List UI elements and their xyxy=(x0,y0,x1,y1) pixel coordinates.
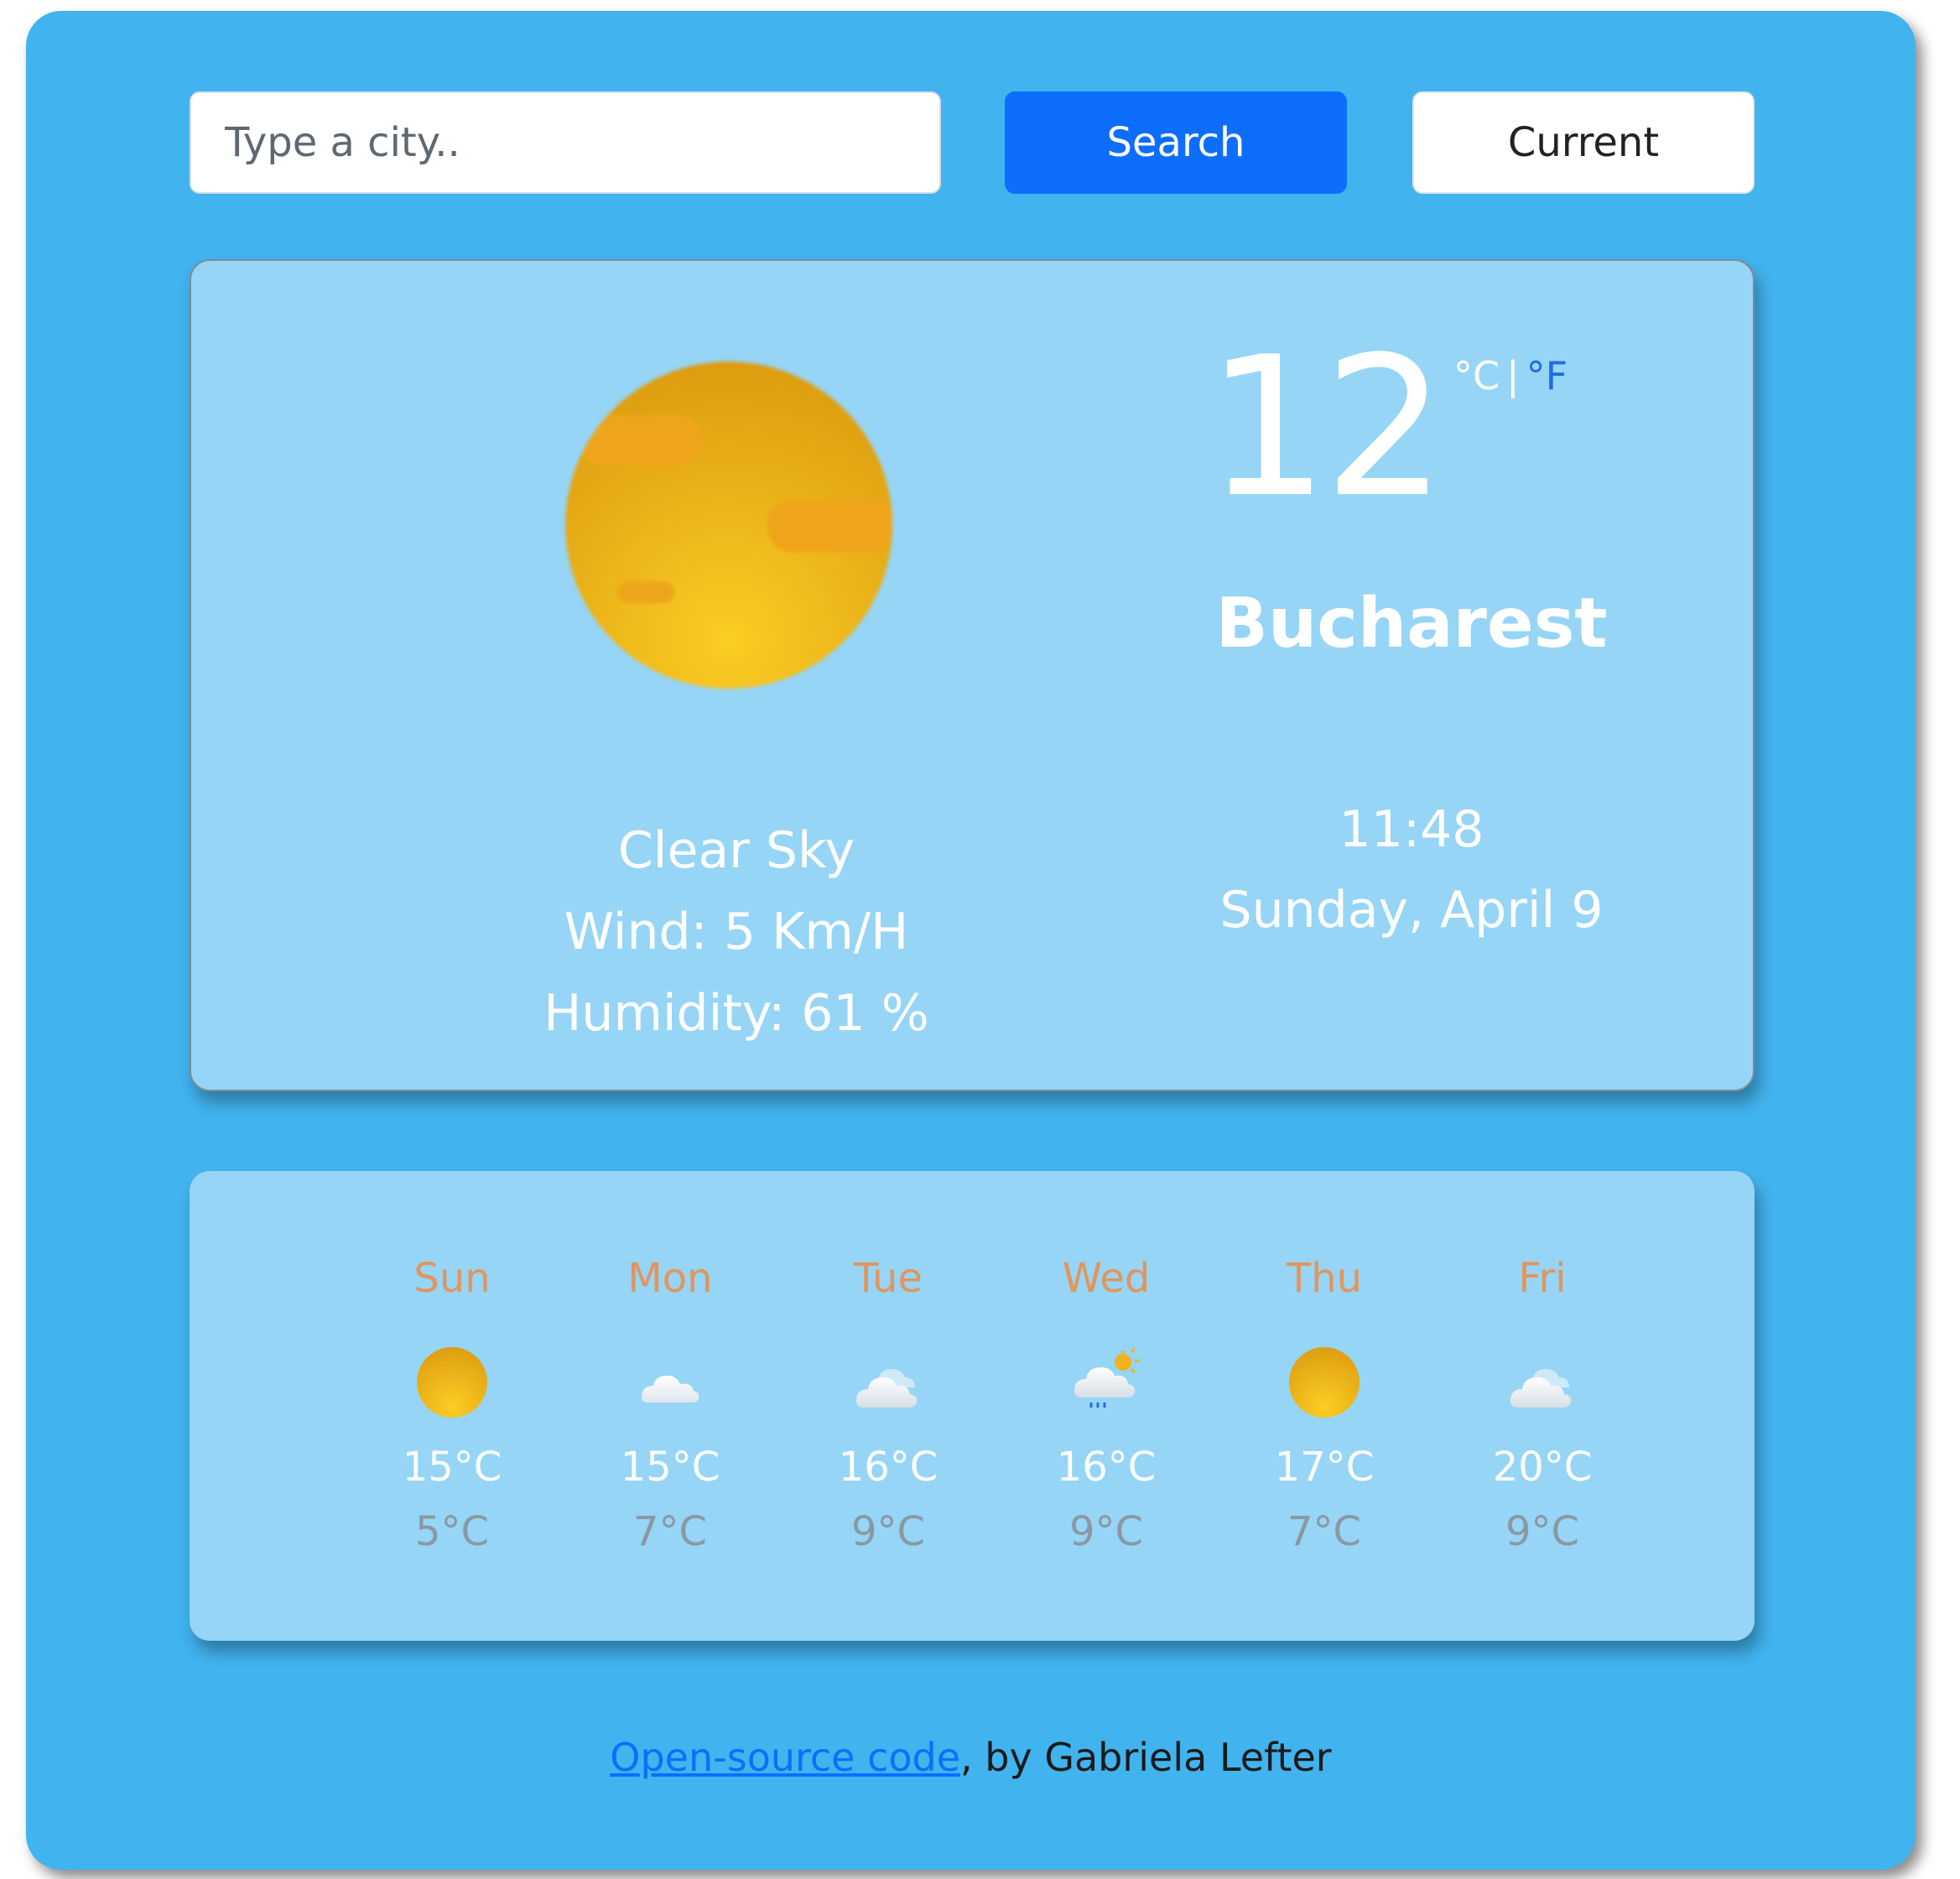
cloud-icon xyxy=(635,1347,705,1418)
current-weather-card: Clear Sky Wind: 5 Km/H Humidity: 61 % 12… xyxy=(190,259,1755,1091)
unit-toggle: °C | °F xyxy=(1453,353,1567,398)
sun-icon xyxy=(1289,1347,1360,1418)
city-name: Bucharest xyxy=(1215,584,1608,664)
open-source-link[interactable]: Open-source code xyxy=(610,1735,960,1780)
forecast-day-name: Fri xyxy=(1518,1255,1567,1302)
forecast-max-temp: 17°C xyxy=(1274,1444,1375,1491)
forecast-min-temp: 7°C xyxy=(632,1508,708,1555)
city-search-input[interactable] xyxy=(190,91,941,194)
forecast-min-temp: 9°C xyxy=(1505,1508,1580,1555)
fahrenheit-link[interactable]: °F xyxy=(1526,353,1567,398)
rain-sun-cloud-icon xyxy=(1071,1347,1141,1418)
forecast-min-temp: 9°C xyxy=(850,1508,926,1555)
forecast-day-name: Thu xyxy=(1286,1255,1363,1302)
clear-sky-sun-icon xyxy=(565,362,892,689)
forecast-min-temp: 5°C xyxy=(414,1508,490,1555)
forecast-day-name: Sun xyxy=(413,1255,491,1302)
weather-details: Clear Sky Wind: 5 Km/H Humidity: 61 % xyxy=(443,810,1030,1054)
current-location-button[interactable]: Current xyxy=(1412,91,1755,194)
search-button[interactable]: Search xyxy=(1005,91,1347,194)
cloud-icon xyxy=(853,1347,923,1418)
date-time: 11:48 Sunday, April 9 xyxy=(1139,789,1684,950)
unit-separator: | xyxy=(1506,353,1520,398)
weather-description: Clear Sky xyxy=(617,821,855,880)
sun-icon xyxy=(417,1347,487,1418)
forecast-max-temp: 15°C xyxy=(402,1444,502,1491)
forecast-max-temp: 15°C xyxy=(620,1444,720,1491)
temperature-display: 12 °C | °F xyxy=(1206,328,1625,529)
forecast-min-temp: 7°C xyxy=(1287,1508,1362,1555)
forecast-card: Sun 15°C 5°C Mon 15°C 7°C Tue 16°C 9°C W… xyxy=(190,1171,1755,1641)
cloud-icon xyxy=(1507,1347,1578,1418)
forecast-min-temp: 9°C xyxy=(1068,1508,1144,1555)
humidity: Humidity: 61 % xyxy=(543,984,929,1043)
current-time: 11:48 xyxy=(1339,800,1484,859)
weather-app: Search Current Clear Sky Wind: 5 Km/H Hu… xyxy=(26,11,1916,1870)
footer: Open-source code, by Gabriela Lefter xyxy=(26,1735,1916,1780)
wind-speed: Wind: 5 Km/H xyxy=(564,903,909,961)
footer-author: , by Gabriela Lefter xyxy=(960,1735,1332,1780)
forecast-day-name: Wed xyxy=(1062,1255,1151,1302)
forecast-max-temp: 20°C xyxy=(1492,1444,1593,1491)
forecast-max-temp: 16°C xyxy=(838,1444,938,1491)
forecast-day-name: Tue xyxy=(854,1255,923,1302)
current-date: Sunday, April 9 xyxy=(1219,881,1604,940)
celsius-link[interactable]: °C xyxy=(1453,353,1500,398)
forecast-day-name: Mon xyxy=(627,1255,713,1302)
forecast-max-temp: 16°C xyxy=(1056,1444,1157,1491)
current-temperature: 12 xyxy=(1206,316,1447,540)
